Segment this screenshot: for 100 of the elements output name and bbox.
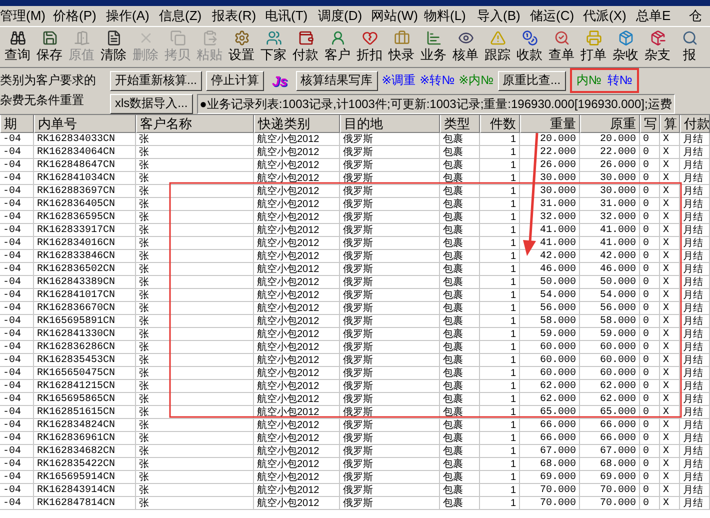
table-cell: 月结 [680, 458, 710, 471]
menu-item[interactable]: 代派(X) [583, 7, 636, 25]
filter-link[interactable]: ※调重 [382, 72, 416, 89]
toolbar-button[interactable]: 查单 [546, 28, 577, 66]
toolbar-button[interactable]: 跟踪 [482, 28, 513, 66]
table-cell: X [660, 458, 680, 471]
toolbar-button[interactable]: 收款 [514, 28, 545, 66]
menu-item[interactable]: 调度(D) [318, 7, 371, 25]
table-cell: 包裹 [440, 289, 480, 302]
toolbar-button[interactable]: 杂收 [610, 28, 641, 66]
binoculars-icon [10, 30, 26, 46]
table-cell: 0 [640, 159, 660, 172]
action-button[interactable]: 开始重新核算... [110, 70, 202, 90]
js-label: Js [271, 72, 289, 88]
action-button[interactable]: 停止计算 [206, 70, 264, 90]
menu-item[interactable]: 储运(C) [530, 7, 583, 25]
table-cell: 张 [136, 380, 254, 393]
toolbar-button[interactable]: 付款 [290, 28, 321, 66]
menu-item[interactable]: 管理(M) [0, 7, 53, 25]
column-header[interactable]: 目的地 [340, 115, 440, 133]
column-header[interactable]: 类型 [440, 115, 480, 133]
table-cell: 俄罗斯 [340, 289, 440, 302]
filter-link[interactable]: ※转№ [420, 72, 455, 89]
table-cell: 月结 [680, 484, 710, 497]
menu-item[interactable]: 操作(A) [106, 7, 159, 25]
table-cell: 包裹 [440, 445, 480, 458]
table-cell: 60.000 [580, 367, 640, 380]
column-header[interactable]: 快递类别 [254, 115, 340, 133]
table-cell: 1 [480, 263, 520, 276]
menu-item[interactable]: 导入(B) [477, 7, 530, 25]
column-header[interactable]: 写 [640, 115, 660, 133]
import-button[interactable]: xls数据导入... [110, 94, 193, 114]
table-cell: 1 [480, 224, 520, 237]
table-cell: 0 [640, 328, 660, 341]
table-cell: 1 [480, 328, 520, 341]
table-cell: -04 [0, 211, 34, 224]
table-cell: X [660, 146, 680, 159]
toolbar-button[interactable]: 保存 [34, 28, 65, 66]
table-cell: X [660, 302, 680, 315]
table-cell: 张 [136, 328, 254, 341]
filter-link[interactable]: 转№ [607, 72, 632, 89]
toolbar-button[interactable]: 折扣 [354, 28, 385, 66]
toolbar-button[interactable]: 业务 [418, 28, 449, 66]
menu-item[interactable]: 总单E [636, 7, 689, 25]
table-cell: 航空小包2012 [254, 393, 340, 406]
table-cell: RK162841017CN [34, 289, 136, 302]
toolbar-button[interactable]: 快录 [386, 28, 417, 66]
column-header[interactable]: 内单号 [34, 115, 136, 133]
briefcase-icon [394, 30, 410, 46]
table-cell: 62.000 [520, 380, 580, 393]
table-cell: 1 [480, 432, 520, 445]
toolbar-button[interactable]: 清除 [98, 28, 129, 66]
table-cell: 俄罗斯 [340, 497, 440, 510]
table-cell: -04 [0, 328, 34, 341]
table-cell: 0 [640, 471, 660, 484]
table-cell: RK162834016CN [34, 237, 136, 250]
column-header[interactable]: 件数 [480, 115, 520, 133]
menu-item[interactable]: 仓 [689, 7, 710, 25]
table-cell: X [660, 315, 680, 328]
menu-item[interactable]: 电讯(T) [265, 7, 318, 25]
column-header[interactable]: 算 [660, 115, 680, 133]
table-cell: 1 [480, 406, 520, 419]
table-cell: X [660, 471, 680, 484]
toolbar-button[interactable]: 查询 [2, 28, 33, 66]
menu-item[interactable]: 网站(W) [371, 7, 424, 25]
table-cell: 月结 [680, 315, 710, 328]
table-cell: 1 [480, 445, 520, 458]
menu-item[interactable]: 物料(L) [424, 7, 477, 25]
table-cell: 包裹 [440, 328, 480, 341]
table-cell: 月结 [680, 328, 710, 341]
compare-button[interactable]: 原重比查... [498, 70, 566, 90]
toolbar-button[interactable]: 报 [674, 28, 705, 66]
table-cell: 1 [480, 341, 520, 354]
table-cell: 张 [136, 406, 254, 419]
write-results-button[interactable]: 核算结果写库 [296, 70, 378, 90]
table-cell: X [660, 484, 680, 497]
menu-item[interactable]: 报表(R) [212, 7, 265, 25]
menu-item[interactable]: 价格(P) [53, 7, 106, 25]
column-header[interactable]: 原重 [580, 115, 640, 133]
column-header[interactable]: 期 [0, 115, 34, 133]
column-header[interactable]: 重量 [520, 115, 580, 133]
toolbar-button[interactable]: 设置 [226, 28, 257, 66]
table-cell: 张 [136, 185, 254, 198]
table-cell: X [660, 250, 680, 263]
toolbar-button[interactable]: 打单 [578, 28, 609, 66]
toolbar-button[interactable]: 客户 [322, 28, 353, 66]
option-note: 类别为客户要求的 [0, 72, 97, 89]
toolbar-button[interactable]: 核单 [450, 28, 481, 66]
table-cell: 1 [480, 237, 520, 250]
table-cell: 包裹 [440, 432, 480, 445]
menu-item[interactable]: 信息(Z) [159, 7, 212, 25]
toolbar-button[interactable]: 下家 [258, 28, 289, 66]
table-cell: 俄罗斯 [340, 484, 440, 497]
table-cell: 1 [480, 302, 520, 315]
table-cell: 66.000 [580, 419, 640, 432]
column-header[interactable]: 客户名称 [136, 115, 254, 133]
table-cell: 航空小包2012 [254, 458, 340, 471]
table-cell: 张 [136, 172, 254, 185]
table-cell: RK162835453CN [34, 354, 136, 367]
toolbar-button[interactable]: 杂支 [642, 28, 673, 66]
